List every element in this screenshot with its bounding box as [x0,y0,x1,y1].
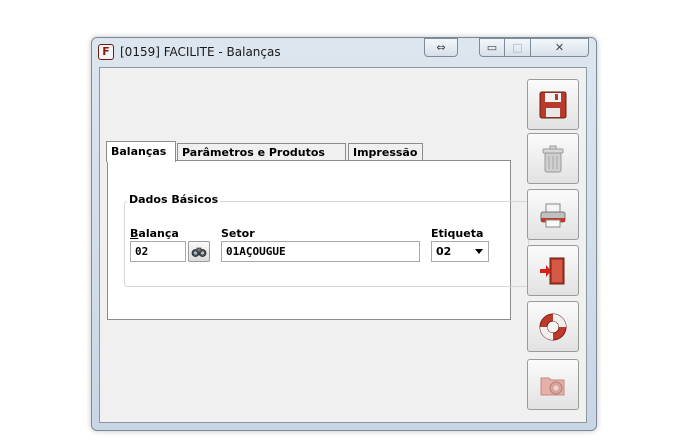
exit-door-icon [540,257,565,284]
print-button[interactable] [527,189,579,240]
help-button[interactable] [527,301,579,352]
trash-can-icon [542,145,564,172]
lifebuoy-icon [539,313,567,340]
tab-parametros-produtos[interactable]: Parâmetros e Produtos [177,143,346,161]
group-label: Dados Básicos [127,193,221,206]
chevron-down-icon[interactable] [475,249,483,254]
binoculars-icon [191,247,207,257]
floppy-disk-icon [539,91,567,118]
tab-panel-balancas: Dados Básicos [107,160,529,320]
folder-gear-icon [540,377,565,395]
etiqueta-label: Etiqueta [431,227,484,240]
balanca-label-rest: alança [138,227,179,240]
exit-button[interactable] [527,245,579,296]
tab-impressao[interactable]: Impressão [348,143,423,161]
search-balanca-button[interactable] [188,241,210,262]
content-layer: Balanças Parâmetros e Produtos Impressão… [91,37,597,431]
balanca-input[interactable]: 02 [130,241,186,262]
setor-label: Setor [221,227,255,240]
etiqueta-value: 02 [436,245,452,258]
config-button[interactable] [527,359,579,410]
save-button[interactable] [527,79,579,130]
balanca-label: Balança [130,227,179,240]
etiqueta-select[interactable]: 02 [431,241,489,262]
tab-balancas[interactable]: Balanças [106,141,176,162]
setor-input[interactable]: 01AÇOUGUE [221,241,420,262]
printer-icon [540,203,566,227]
delete-button[interactable] [527,133,579,184]
